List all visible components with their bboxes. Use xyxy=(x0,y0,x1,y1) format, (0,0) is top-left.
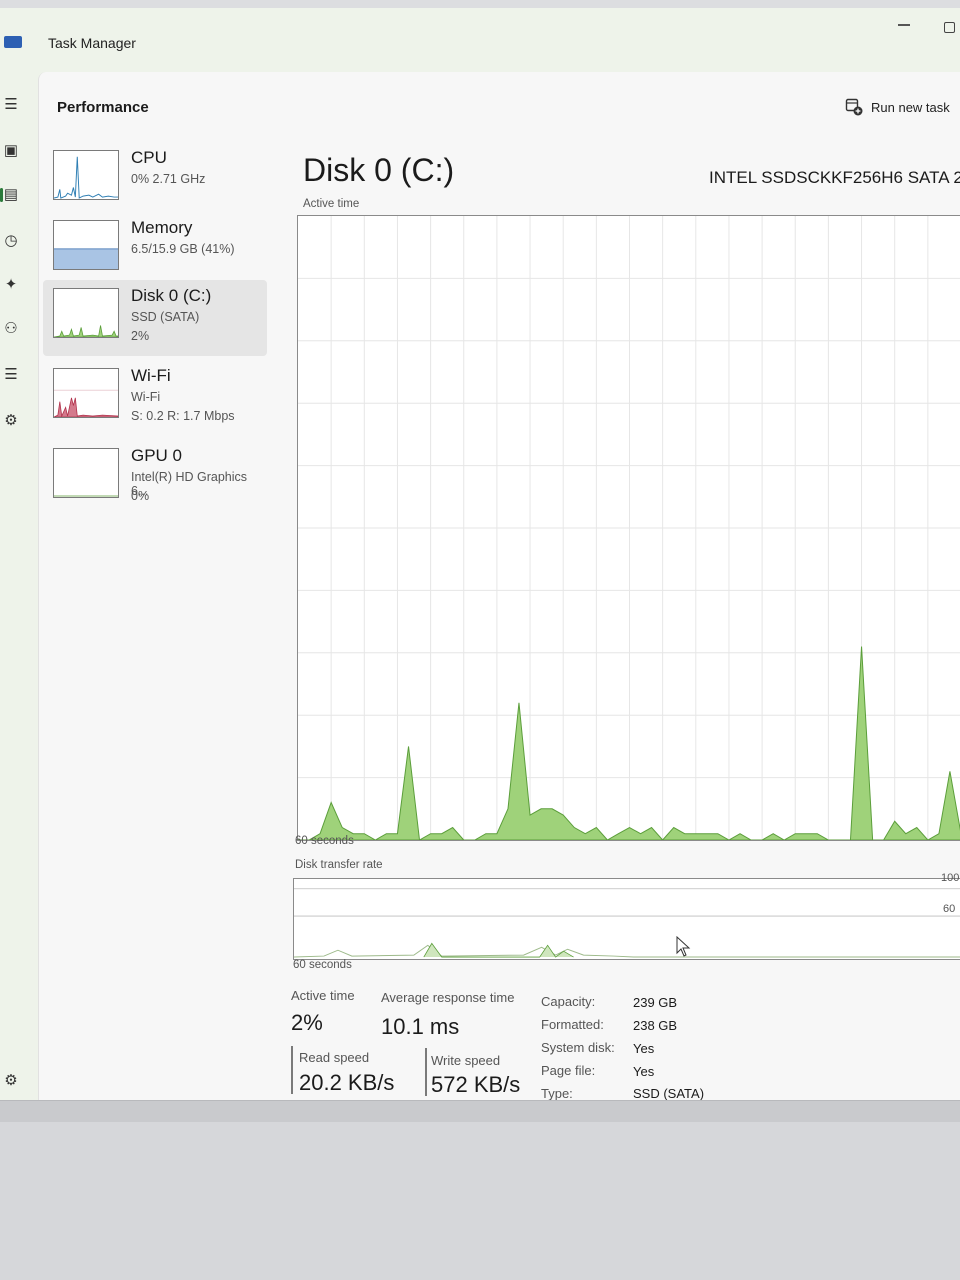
wifi-thumbnail-graph xyxy=(53,368,119,418)
cpu-thumbnail-graph xyxy=(53,150,119,200)
write-speed-label: Write speed xyxy=(431,1053,501,1068)
rate-scale-mid: 60 xyxy=(943,903,956,915)
services-icon[interactable]: ⚙ xyxy=(2,412,20,430)
settings-icon[interactable]: ⚙ xyxy=(2,1072,20,1090)
sidebar-item-detail: SSD (SATA) xyxy=(131,310,200,324)
sidebar-item-name: Wi-Fi xyxy=(131,366,171,385)
disk-stats: Active time 2% Average response time 10.… xyxy=(291,984,957,1104)
sidebar-item-name: CPU xyxy=(131,148,167,167)
avg-response-value: 10.1 ms xyxy=(381,1014,460,1039)
read-rate-line xyxy=(294,944,960,958)
sidebar-item-detail: 0% 2.71 GHz xyxy=(131,172,206,186)
disk-thumbnail-graph xyxy=(53,288,119,338)
mouse-cursor-icon xyxy=(676,936,691,957)
nav-rail: ☰ ▣ ▤ ◷ ✦ ⚇ ☰ ⚙ ⚙ xyxy=(0,72,38,1100)
sidebar-item-wifi[interactable]: Wi-Fi Wi-Fi S: 0.2 R: 1.7 Mbps xyxy=(43,360,267,436)
disk-title: Disk 0 (C:) xyxy=(303,152,455,188)
task-manager-icon xyxy=(4,36,22,48)
read-speed-divider xyxy=(291,1046,293,1094)
sidebar-item-gpu-0[interactable]: GPU 0 Intel(R) HD Graphics 6... 0% xyxy=(43,440,267,516)
background-desktop xyxy=(0,1100,960,1280)
page-file-value: Yes xyxy=(633,1064,655,1079)
details-icon[interactable]: ☰ xyxy=(2,366,20,384)
active-time-graph-label: Active time xyxy=(303,198,360,210)
disk-model: INTEL SSDSCKKF256H6 SATA 2 xyxy=(709,168,960,187)
sidebar-item-name: Disk 0 (C:) xyxy=(131,286,212,305)
sidebar-item-usage: 2% xyxy=(131,329,150,343)
rate-scale-max: 100 xyxy=(941,872,960,884)
sidebar-item-detail: Wi-Fi xyxy=(131,390,161,404)
disk-detail-panel: Disk 0 (C:) INTEL SSDSCKKF256H6 SATA 2 A… xyxy=(291,72,960,1101)
active-time-x-label: 60 seconds xyxy=(295,835,354,847)
formatted-value: 238 GB xyxy=(633,1018,678,1033)
page-file-label: Page file: xyxy=(541,1063,596,1078)
active-time-stat-value: 2% xyxy=(291,1010,323,1035)
users-icon[interactable]: ⚇ xyxy=(2,320,20,338)
capacity-label: Capacity: xyxy=(541,994,596,1009)
active-time-stat-label: Active time xyxy=(291,988,355,1003)
sidebar-item-disk-0[interactable]: Disk 0 (C:) SSD (SATA) 2% xyxy=(43,280,267,356)
sidebar-item-throughput: S: 0.2 R: 1.7 Mbps xyxy=(131,409,235,423)
transfer-rate-graph-label: Disk transfer rate xyxy=(295,859,383,871)
system-disk-value: Yes xyxy=(633,1041,655,1056)
gpu-thumbnail-graph xyxy=(53,448,119,498)
startup-apps-icon[interactable]: ✦ xyxy=(2,276,20,294)
task-manager-window: Task Manager ☰ ▣ ▤ ◷ ✦ ⚇ ☰ ⚙ ⚙ Performan… xyxy=(0,8,960,1101)
type-label: Type: xyxy=(541,1086,573,1101)
avg-response-label: Average response time xyxy=(381,990,515,1005)
memory-thumbnail-graph xyxy=(53,220,119,270)
performance-icon[interactable]: ▤ xyxy=(0,186,20,204)
sidebar-item-detail: Intel(R) HD Graphics 6... xyxy=(131,470,247,498)
maximize-icon[interactable] xyxy=(944,22,955,33)
transfer-rate-chart xyxy=(294,888,960,958)
page-title: Performance xyxy=(57,99,149,116)
transfer-rate-graph xyxy=(293,878,960,960)
app-history-icon[interactable]: ◷ xyxy=(2,232,20,250)
system-disk-label: System disk: xyxy=(541,1040,615,1055)
sidebar-item-memory[interactable]: Memory 6.5/15.9 GB (41%) xyxy=(43,212,267,288)
sidebar-item-name: Memory xyxy=(131,218,193,237)
write-speed-value: 572 KB/s xyxy=(431,1072,521,1097)
formatted-label: Formatted: xyxy=(541,1017,604,1032)
background-strip xyxy=(0,1100,960,1122)
transfer-rate-x-label: 60 seconds xyxy=(293,959,352,971)
type-value: SSD (SATA) xyxy=(633,1086,705,1101)
sidebar-item-detail: 6.5/15.9 GB (41%) xyxy=(131,242,235,256)
write-speed-divider xyxy=(425,1048,427,1096)
sidebar-item-name: GPU 0 xyxy=(131,446,183,465)
capacity-value: 239 GB xyxy=(633,995,678,1010)
processes-icon[interactable]: ▣ xyxy=(2,142,20,160)
active-time-graph xyxy=(297,215,960,841)
main-content: Performance Run new task CPU 0% 2.71 GHz xyxy=(38,72,960,1101)
active-time-chart xyxy=(298,216,960,840)
read-speed-value: 20.2 KB/s xyxy=(299,1070,395,1095)
window-title: Task Manager xyxy=(48,35,136,51)
minimize-icon[interactable] xyxy=(898,24,910,26)
title-bar: Task Manager xyxy=(0,8,960,72)
sidebar-item-usage: 0% xyxy=(131,489,150,503)
read-speed-label: Read speed xyxy=(299,1050,370,1065)
hamburger-menu-icon[interactable]: ☰ xyxy=(2,96,20,114)
sidebar-item-cpu[interactable]: CPU 0% 2.71 GHz xyxy=(43,142,267,218)
